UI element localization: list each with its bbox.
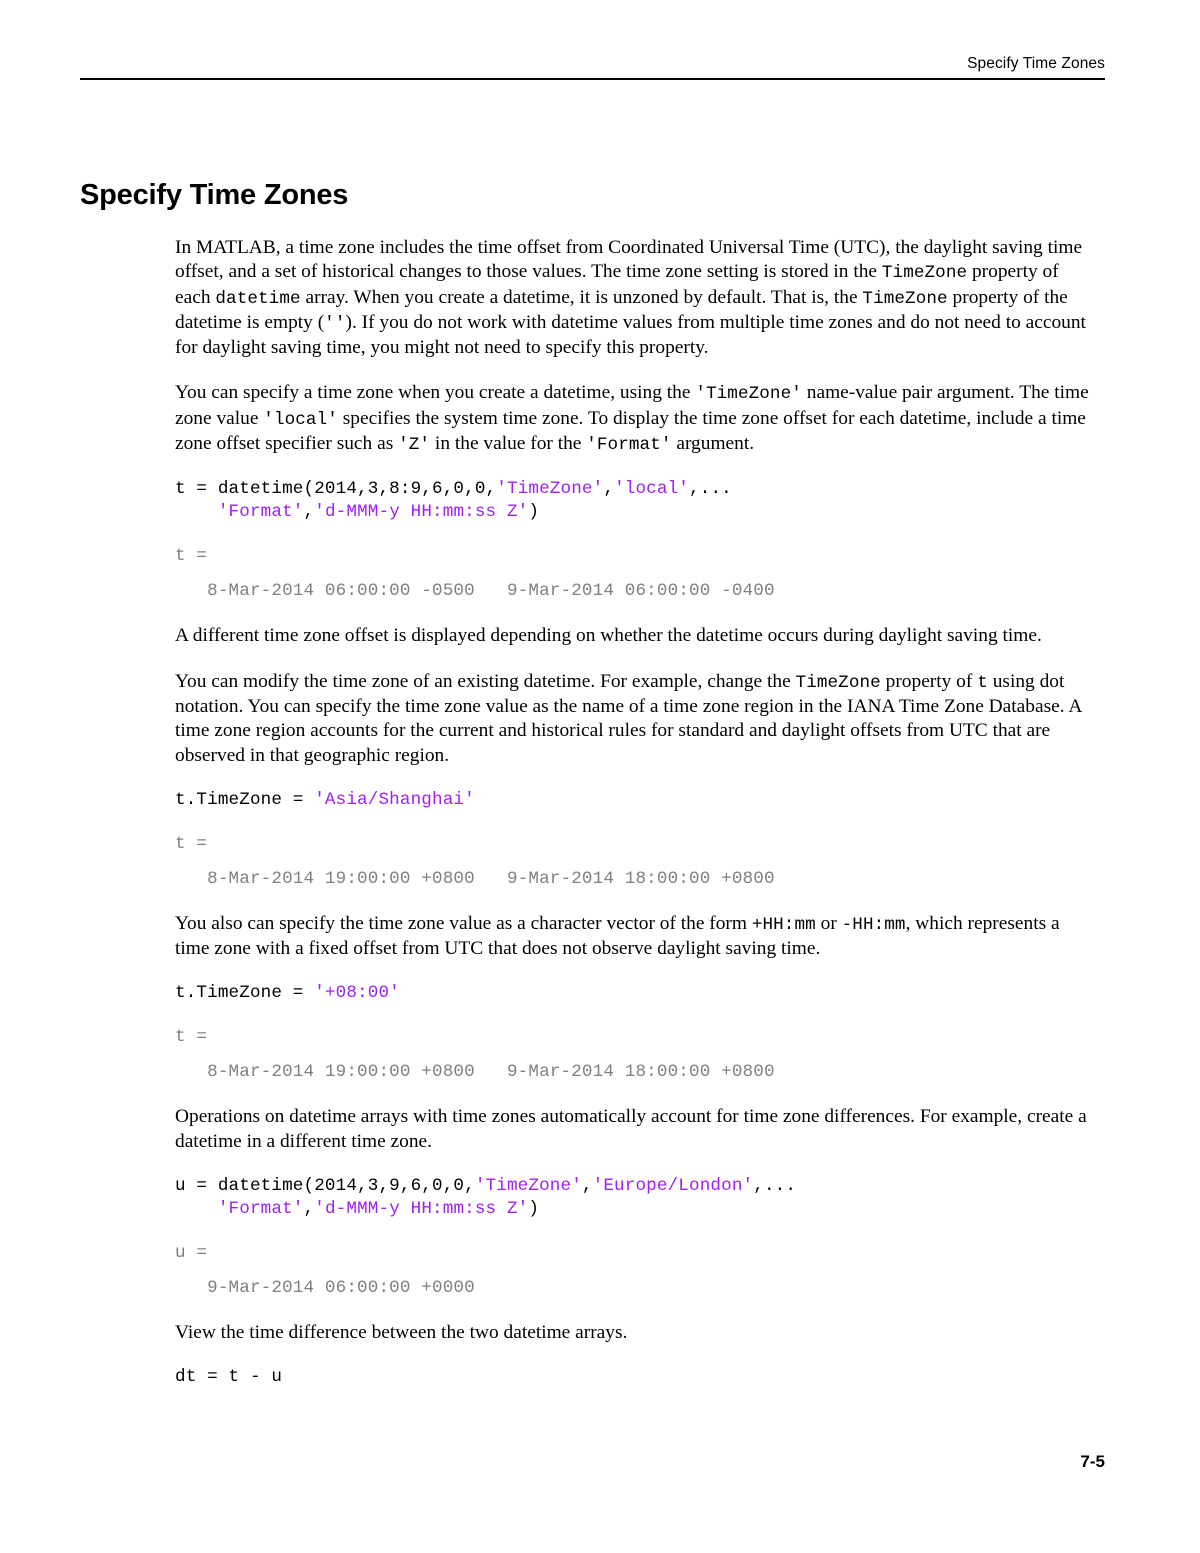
code-token: t.TimeZone = bbox=[175, 789, 315, 810]
text-run: or bbox=[815, 912, 842, 934]
code-string-local: 'local' bbox=[614, 479, 690, 500]
text-run: Operations on datetime arrays with time … bbox=[175, 1106, 1087, 1152]
code-token: t.TimeZone = bbox=[175, 983, 315, 1004]
code-string-asia-shanghai: 'Asia/Shanghai' bbox=[314, 789, 475, 810]
paragraph-view-difference: View the time difference between the two… bbox=[175, 1321, 1097, 1345]
inline-code-timezone: TimeZone bbox=[881, 263, 968, 284]
code-token: ) bbox=[528, 1199, 540, 1220]
text-run: View the time difference between the two… bbox=[175, 1322, 628, 1344]
text-run: A different time zone offset is displaye… bbox=[175, 625, 1042, 647]
inline-code-timezone-arg: 'TimeZone' bbox=[695, 384, 802, 405]
code-string-format: 'Format' bbox=[217, 1199, 304, 1220]
running-header-text: Specify Time Zones bbox=[967, 55, 1105, 72]
code-string-format-value: 'd-MMM-y HH:mm:ss Z' bbox=[314, 502, 529, 523]
output-value-t-shanghai: 8-Mar-2014 19:00:00 +0800 9-Mar-2014 18:… bbox=[175, 868, 775, 889]
page-number: 7-5 bbox=[1080, 1452, 1105, 1471]
output-value-t-local: 8-Mar-2014 06:00:00 -0500 9-Mar-2014 06:… bbox=[175, 581, 775, 602]
output-value-u-london: 9-Mar-2014 06:00:00 +0000 bbox=[175, 1278, 475, 1299]
text-run: You can modify the time zone of an exist… bbox=[175, 670, 796, 692]
paragraph-fixed-offset: You also can specify the time zone value… bbox=[175, 912, 1097, 962]
paragraph-intro: In MATLAB, a time zone includes the time… bbox=[175, 236, 1097, 360]
document-page: Specify Time Zones Specify Time Zones In… bbox=[0, 0, 1200, 1553]
code-token: u = datetime(2014,3,9,6,0,0, bbox=[175, 1176, 475, 1197]
inline-code-format-arg: 'Format' bbox=[586, 435, 672, 456]
output-label-t: t = bbox=[175, 833, 208, 854]
inline-code-timezone: TimeZone bbox=[862, 288, 948, 309]
inline-code-z-specifier: 'Z' bbox=[398, 435, 431, 456]
paragraph-specify-timezone: You can specify a time zone when you cre… bbox=[175, 381, 1097, 457]
output-label-u: u = bbox=[175, 1243, 208, 1264]
inline-code-datetime: datetime bbox=[215, 288, 301, 309]
code-string-timezone: 'TimeZone' bbox=[474, 1176, 582, 1197]
header-divider-rule bbox=[80, 78, 1105, 80]
inline-code-minus-hhmm: -HH:mm bbox=[841, 914, 906, 935]
output-label-t: t = bbox=[175, 546, 208, 567]
text-run: array. When you create a datetime, it is… bbox=[300, 286, 863, 308]
inline-code-empty-string: '' bbox=[324, 313, 346, 334]
code-token: dt = t - u bbox=[175, 1367, 283, 1388]
page-title: Specify Time Zones bbox=[80, 179, 349, 211]
code-token: t = datetime(2014,3,8:9,6,0,0, bbox=[175, 479, 497, 500]
inline-code-local: 'local' bbox=[263, 409, 338, 430]
code-block-datetime-london: u = datetime(2014,3,9,6,0,0,'TimeZone','… bbox=[175, 1175, 1097, 1221]
text-run: You also can specify the time zone value… bbox=[175, 912, 752, 934]
code-string-europe-london: 'Europe/London' bbox=[592, 1176, 754, 1197]
text-run: You can specify a time zone when you cre… bbox=[175, 382, 696, 404]
code-token: ,... bbox=[753, 1176, 797, 1197]
content-flow: In MATLAB, a time zone includes the time… bbox=[175, 236, 1097, 1410]
code-block-datetime-local: t = datetime(2014,3,8:9,6,0,0,'TimeZone'… bbox=[175, 478, 1097, 524]
inline-code-plus-hhmm: +HH:mm bbox=[751, 914, 816, 935]
code-string-format-value: 'd-MMM-y HH:mm:ss Z' bbox=[314, 1199, 529, 1220]
code-string-offset-0800: '+08:00' bbox=[314, 983, 400, 1004]
output-label-t: t = bbox=[175, 1027, 208, 1048]
code-token: ) bbox=[528, 502, 540, 523]
code-block-timezone-offset: t.TimeZone = '+08:00' bbox=[175, 982, 1097, 1005]
text-run: argument. bbox=[671, 433, 755, 455]
page-footer: 7-5 bbox=[80, 1452, 1105, 1472]
code-token: , bbox=[581, 1176, 593, 1197]
paragraph-offset-note: A different time zone offset is displaye… bbox=[175, 624, 1097, 648]
code-token: , bbox=[303, 1199, 315, 1220]
code-token: , bbox=[303, 502, 315, 523]
code-block-timezone-shanghai: t.TimeZone = 'Asia/Shanghai' bbox=[175, 789, 1097, 812]
code-block-dt-subtraction: dt = t - u bbox=[175, 1366, 1097, 1389]
output-value-t-offset: 8-Mar-2014 19:00:00 +0800 9-Mar-2014 18:… bbox=[175, 1062, 775, 1083]
code-token: ,... bbox=[689, 479, 732, 500]
running-header: Specify Time Zones bbox=[80, 54, 1105, 73]
text-run: in the value for the bbox=[430, 433, 587, 455]
text-run: property of bbox=[880, 670, 978, 692]
code-string-format: 'Format' bbox=[217, 502, 304, 523]
code-token: , bbox=[603, 479, 615, 500]
paragraph-operations: Operations on datetime arrays with time … bbox=[175, 1105, 1097, 1154]
inline-code-variable-t: t bbox=[977, 672, 988, 693]
inline-code-timezone: TimeZone bbox=[795, 672, 881, 693]
code-string-timezone: 'TimeZone' bbox=[496, 479, 604, 500]
paragraph-modify-timezone: You can modify the time zone of an exist… bbox=[175, 670, 1097, 768]
